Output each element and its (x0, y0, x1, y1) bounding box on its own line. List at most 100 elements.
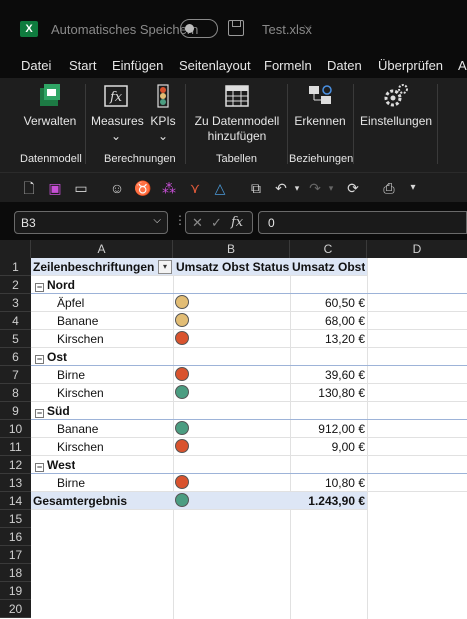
verwalten-button[interactable]: Verwalten (22, 82, 78, 129)
menu-more[interactable]: A (458, 58, 467, 73)
item-label[interactable]: Kirschen (57, 330, 104, 348)
refresh-icon[interactable]: ⟳ (344, 179, 362, 197)
menu-ueberpruefen[interactable]: Überprüfen (378, 58, 443, 73)
customize-toolbar-icon[interactable]: ▾ (404, 179, 422, 197)
chevron-down-icon[interactable]: ⌵ (304, 21, 312, 32)
menu-start[interactable]: Start (69, 58, 96, 73)
shapes-icon[interactable]: ⁂ (160, 179, 178, 197)
row-header[interactable]: 6 (0, 348, 31, 366)
confirm-icon[interactable]: ✓ (211, 215, 222, 231)
save-icon[interactable]: ▣ (46, 179, 64, 197)
row-header[interactable]: 8 (0, 384, 31, 402)
value-cell[interactable]: 9,00 € (332, 438, 365, 456)
chevron-down-icon[interactable]: ▾ (288, 179, 306, 197)
row-header[interactable]: 10 (0, 420, 31, 438)
row-header[interactable]: 18 (0, 564, 31, 582)
row-header[interactable]: 16 (0, 528, 31, 546)
table-icon (225, 85, 249, 107)
piggy-bank-icon[interactable]: ♉ (134, 179, 152, 197)
kpis-button[interactable]: KPIs ⌄ (148, 82, 178, 144)
menu-formeln[interactable]: Formeln (264, 58, 312, 73)
column-header-a[interactable]: A (31, 240, 173, 258)
row-header[interactable]: 17 (0, 546, 31, 564)
value-cell[interactable]: 10,80 € (325, 474, 365, 492)
row-header[interactable]: 2 (0, 276, 31, 294)
chart-icon[interactable]: ⋎ (186, 179, 204, 197)
row-header[interactable]: 3 (0, 294, 31, 312)
value-cell[interactable]: 60,50 € (325, 294, 365, 312)
row-header[interactable]: 15 (0, 510, 31, 528)
value-cell[interactable]: 39,60 € (325, 366, 365, 384)
function-icon[interactable]: fx (231, 215, 243, 230)
region-cell[interactable]: − West (33, 456, 75, 474)
row-header[interactable]: 12 (0, 456, 31, 474)
filter-dropdown-icon[interactable]: ▾ (158, 260, 172, 274)
item-label[interactable]: Kirschen (57, 438, 104, 456)
erkennen-button[interactable]: Erkennen (293, 82, 347, 129)
formula-buttons: ✕ ✓ fx (185, 211, 253, 234)
name-box[interactable]: B3 ⌵ (14, 211, 168, 234)
collapse-icon[interactable]: − (35, 463, 44, 472)
chevron-down-icon[interactable]: ⌵ (153, 215, 161, 226)
row-header[interactable]: 20 (0, 600, 31, 618)
einstellungen-label: Einstellungen (360, 114, 433, 128)
measures-button[interactable]: fx Measures ⌄ (91, 82, 144, 144)
mountain-icon[interactable]: △ (211, 179, 229, 197)
row-header[interactable]: 4 (0, 312, 31, 330)
value-cell[interactable]: 912,00 € (318, 420, 365, 438)
toggle-knob (185, 24, 194, 33)
header-umsatz-obst-status: Umsatz Obst Status (176, 260, 290, 274)
formula-input[interactable]: 0 (258, 211, 467, 234)
collapse-icon[interactable]: − (35, 409, 44, 418)
item-label[interactable]: Banane (57, 312, 98, 330)
collapse-icon[interactable]: − (35, 355, 44, 364)
column-header-c[interactable]: C (290, 240, 367, 258)
einstellungen-button[interactable]: Einstellungen (360, 82, 432, 129)
kpi-status-red-icon (175, 331, 189, 345)
folder-icon[interactable]: ▭ (72, 179, 90, 197)
region-cell[interactable]: − Nord (33, 276, 75, 294)
row-header[interactable]: 9 (0, 402, 31, 420)
header-umsatz-obst: Umsatz Obst (292, 260, 366, 274)
value-cell[interactable]: 130,80 € (318, 384, 365, 402)
value-cell[interactable]: 13,20 € (325, 330, 365, 348)
add-to-data-model-button[interactable]: Zu Datenmodell hinzufügen (192, 82, 282, 144)
print-icon[interactable]: ⎙ (380, 179, 398, 197)
column-header-b[interactable]: B (173, 240, 290, 258)
smiley-icon[interactable]: ☺ (108, 179, 126, 197)
region-cell[interactable]: − Ost (33, 348, 67, 366)
item-label[interactable]: Birne (57, 474, 85, 492)
region-cell[interactable]: − Süd (33, 402, 70, 420)
menu-daten[interactable]: Daten (327, 58, 362, 73)
row-header[interactable]: 1 (0, 258, 31, 276)
row-header[interactable]: 7 (0, 366, 31, 384)
pivot-header-row: Zeilenbeschriftungen ▾ Umsatz Obst Statu… (31, 258, 367, 276)
name-box-value: B3 (21, 216, 36, 230)
column-header-d[interactable]: D (367, 240, 467, 258)
autosave-toggle[interactable] (180, 19, 218, 38)
menu-seitenlayout[interactable]: Seitenlayout (179, 58, 251, 73)
select-all-corner[interactable] (0, 240, 31, 258)
new-file-icon[interactable]: 🗋 (20, 179, 38, 197)
copy-icon[interactable]: ⧉ (247, 179, 265, 197)
item-label[interactable]: Birne (57, 366, 85, 384)
collapse-icon[interactable]: − (35, 283, 44, 292)
grand-total-value[interactable]: 1.243,90 € (308, 492, 365, 510)
save-icon[interactable] (228, 20, 244, 36)
region-row: − Nord (31, 276, 467, 294)
item-label[interactable]: Banane (57, 420, 98, 438)
item-label[interactable]: Kirschen (57, 384, 104, 402)
menu-datei[interactable]: Datei (21, 58, 51, 73)
cancel-icon[interactable]: ✕ (192, 215, 203, 231)
value-cell[interactable]: 68,00 € (325, 312, 365, 330)
row-header[interactable]: 19 (0, 582, 31, 600)
row-header[interactable]: 13 (0, 474, 31, 492)
kpi-status-yellow-icon (175, 313, 189, 327)
row-header[interactable]: 14 (0, 492, 31, 510)
chevron-down-icon[interactable]: ▾ (322, 179, 340, 197)
grand-total-label[interactable]: Gesamtergebnis (33, 492, 127, 510)
row-header[interactable]: 11 (0, 438, 31, 456)
item-label[interactable]: Äpfel (57, 294, 84, 312)
menu-einfuegen[interactable]: Einfügen (112, 58, 163, 73)
row-header[interactable]: 5 (0, 330, 31, 348)
